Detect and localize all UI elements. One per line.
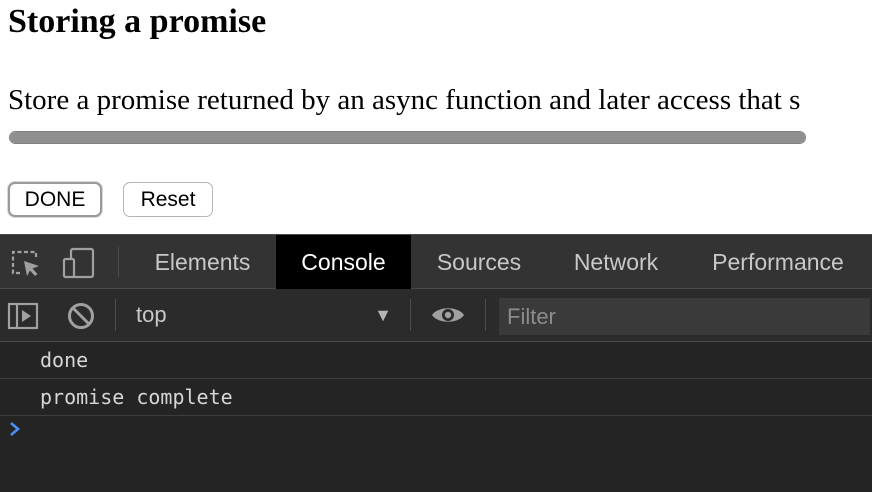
page-description: Store a promise returned by an async fun… bbox=[8, 84, 801, 116]
console-prompt-chevron-icon[interactable] bbox=[8, 419, 28, 443]
context-selector[interactable]: top ▼ bbox=[124, 289, 404, 341]
toolbar-divider bbox=[485, 299, 486, 331]
clear-console-icon[interactable] bbox=[66, 301, 96, 336]
page-content: Storing a promise Store a promise return… bbox=[0, 0, 872, 234]
devtools-tab-bar: Elements Console Sources Network Perform… bbox=[0, 234, 872, 289]
toolbar-divider bbox=[115, 299, 116, 331]
inspect-element-icon[interactable] bbox=[10, 249, 42, 282]
progress-bar bbox=[9, 131, 806, 144]
devtools-panel: Elements Console Sources Network Perform… bbox=[0, 234, 872, 492]
tab-bar-divider bbox=[118, 247, 119, 277]
device-toolbar-icon[interactable] bbox=[62, 247, 96, 284]
console-toolbar: top ▼ bbox=[0, 289, 872, 342]
toolbar-divider bbox=[410, 299, 411, 331]
tab-console[interactable]: Console bbox=[276, 235, 411, 289]
console-log-line: done bbox=[0, 342, 872, 379]
tab-network[interactable]: Network bbox=[551, 235, 681, 289]
context-selector-value: top bbox=[136, 302, 167, 327]
page-title: Storing a promise bbox=[8, 3, 267, 40]
tab-elements[interactable]: Elements bbox=[136, 235, 269, 289]
tab-sources[interactable]: Sources bbox=[418, 235, 540, 289]
show-sidebar-icon[interactable] bbox=[7, 302, 39, 335]
dropdown-arrow-icon: ▼ bbox=[374, 305, 392, 325]
live-expression-eye-icon[interactable] bbox=[431, 303, 465, 332]
done-button[interactable]: DONE bbox=[8, 182, 102, 217]
filter-input[interactable] bbox=[499, 298, 870, 335]
tab-performance[interactable]: Performance bbox=[692, 235, 864, 289]
console-log-line: promise complete bbox=[0, 379, 872, 416]
progress-bar-fill bbox=[10, 132, 805, 143]
console-output: done promise complete bbox=[0, 342, 872, 416]
reset-button[interactable]: Reset bbox=[123, 182, 213, 217]
